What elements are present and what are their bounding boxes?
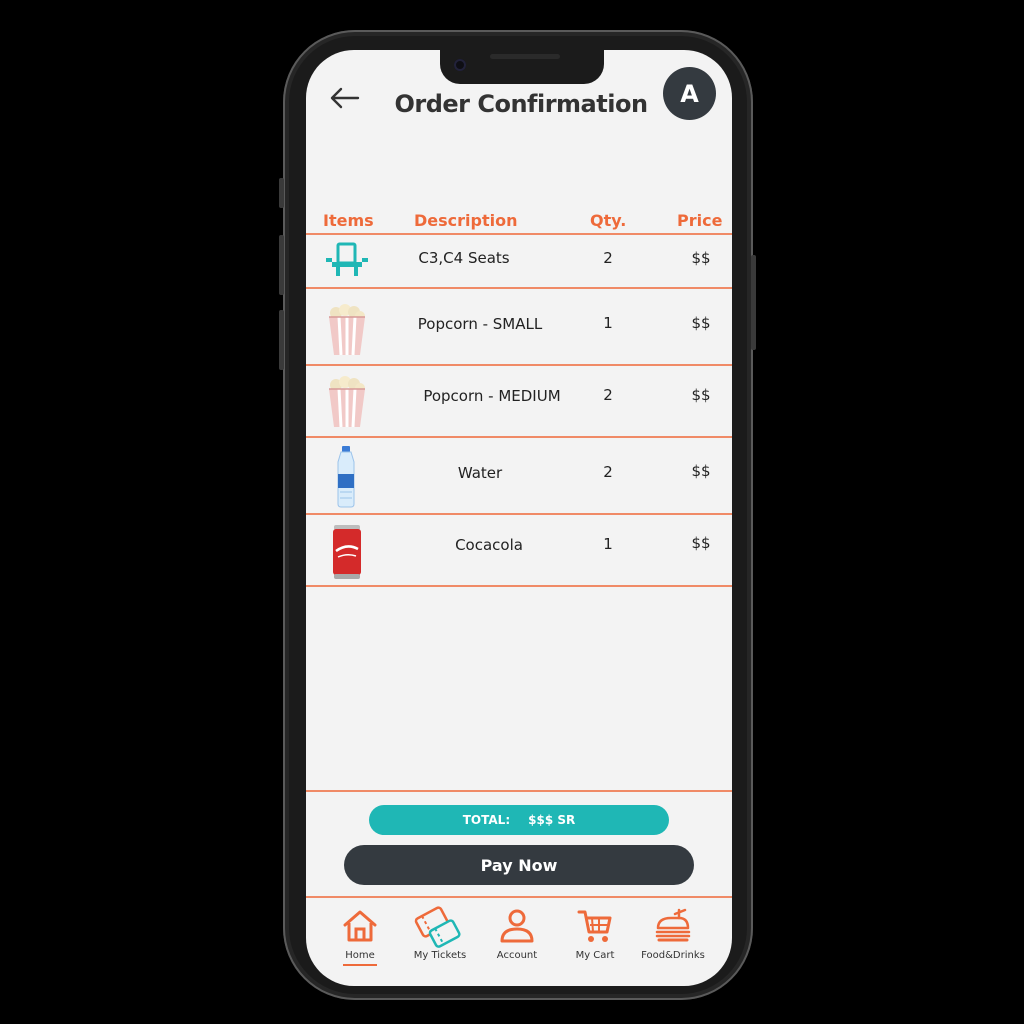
account-icon [500, 909, 534, 943]
water-bottle-icon [334, 446, 358, 512]
nav-my-tickets[interactable]: My Tickets [400, 906, 480, 968]
row-divider [306, 585, 732, 587]
row-description: Popcorn - MEDIUM [423, 387, 561, 405]
column-header-items: Items [323, 211, 374, 230]
front-camera [454, 59, 466, 71]
nav-label-my-cart: My Cart [575, 950, 615, 961]
tickets-icon [414, 906, 461, 948]
pay-now-button[interactable]: Pay Now [344, 845, 694, 885]
nav-active-indicator [343, 964, 377, 966]
popcorn-icon [326, 375, 368, 433]
avatar[interactable]: A [663, 67, 716, 120]
popcorn-icon [326, 303, 368, 361]
row-qty: 1 [603, 535, 613, 553]
row-qty: 1 [603, 314, 613, 332]
seat-icon [326, 241, 368, 283]
nav-label-home: Home [345, 950, 375, 961]
nav-account[interactable]: Account [477, 908, 557, 968]
total-label: TOTAL: [462, 813, 511, 827]
row-qty: 2 [603, 249, 613, 267]
side-button-silent [279, 178, 284, 208]
row-divider [306, 513, 732, 515]
header-divider [306, 233, 732, 235]
total-bar: TOTAL: $$$ SR [369, 805, 669, 835]
nav-my-cart[interactable]: My Cart [555, 908, 635, 968]
nav-label-account: Account [496, 950, 538, 961]
cola-can-icon [331, 525, 363, 583]
speaker-grille [490, 54, 560, 59]
footer-divider [306, 790, 732, 792]
side-button-power [751, 255, 756, 350]
row-price: $$ [691, 462, 711, 480]
side-button-volume-down [279, 310, 284, 370]
row-qty: 2 [603, 463, 613, 481]
row-description: Water [457, 464, 503, 482]
nav-food-drinks[interactable]: Food&Drinks [633, 908, 713, 968]
row-divider [306, 287, 732, 289]
home-icon [343, 910, 377, 942]
row-divider [306, 364, 732, 366]
row-description: Cocacola [455, 536, 523, 554]
nav-label-my-tickets: My Tickets [413, 950, 467, 961]
back-arrow-icon[interactable] [328, 86, 362, 110]
cart-icon [577, 910, 612, 942]
side-button-volume-up [279, 235, 284, 295]
nav-label-food-drinks: Food&Drinks [641, 950, 705, 961]
total-value: $$$ SR [528, 813, 576, 827]
notch [440, 50, 604, 84]
row-price: $$ [691, 534, 711, 552]
row-price: $$ [691, 314, 711, 332]
row-description: Popcorn - SMALL [417, 315, 543, 333]
page-title: Order Confirmation [394, 90, 648, 118]
row-divider [306, 436, 732, 438]
food-drinks-icon [655, 908, 691, 942]
nav-home[interactable]: Home [320, 908, 400, 968]
row-price: $$ [691, 386, 711, 404]
nav-divider [306, 896, 732, 898]
column-header-description: Description [414, 211, 518, 230]
row-qty: 2 [603, 386, 613, 404]
row-price: $$ [691, 249, 711, 267]
column-header-price: Price [677, 211, 723, 230]
screen: Order Confirmation A Items Description Q… [306, 50, 732, 986]
row-description: C3,C4 Seats [418, 249, 510, 267]
column-header-qty: Qty. [590, 211, 627, 230]
